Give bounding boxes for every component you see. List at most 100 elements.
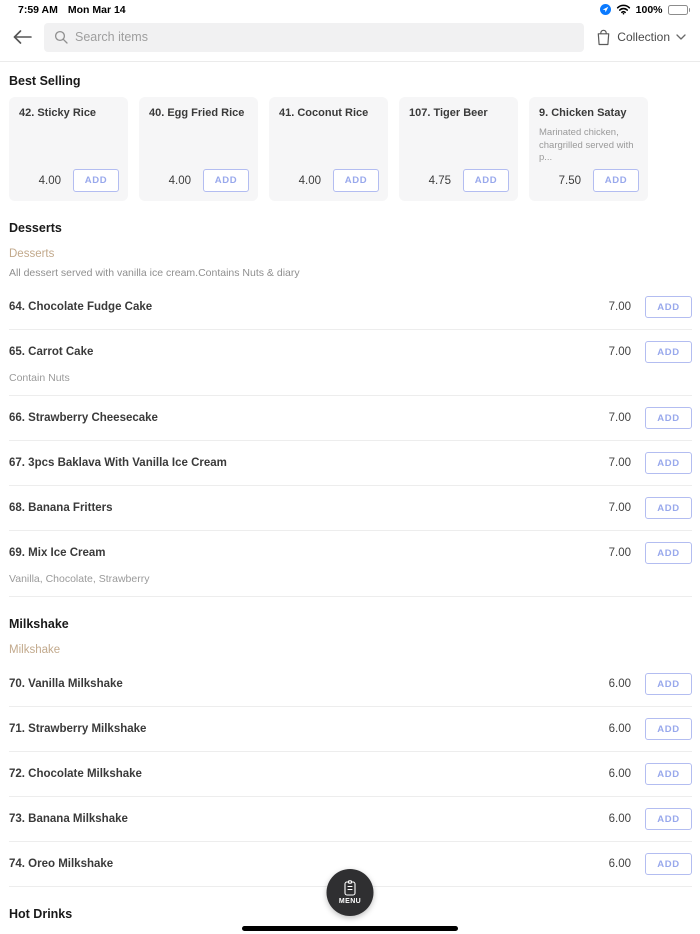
section-items: 64. Chocolate Fudge Cake 7.00 ADD 65. Ca…: [9, 285, 692, 597]
status-date: Mon Mar 14: [68, 4, 126, 16]
collection-label: Collection: [617, 30, 670, 44]
menu-section: Milkshake Milkshake 70. Vanilla Milkshak…: [9, 617, 692, 887]
item-price: 6.00: [609, 723, 631, 735]
battery-percent: 100%: [636, 4, 663, 16]
menu-section: Desserts Desserts All dessert served wit…: [9, 221, 692, 597]
menu-fab-button[interactable]: MENU: [327, 869, 374, 916]
item-name: 74. Oreo Milkshake: [9, 858, 609, 870]
chevron-down-icon: [676, 34, 686, 40]
card-price: 4.00: [169, 175, 191, 187]
best-selling-card[interactable]: 9. Chicken Satay Marinated chicken, char…: [529, 97, 648, 201]
item-name: 66. Strawberry Cheesecake: [9, 412, 609, 424]
wifi-icon: [616, 4, 631, 15]
card-price: 4.75: [429, 175, 451, 187]
location-icon: [600, 4, 611, 15]
menu-icon: [344, 880, 357, 896]
card-title: 42. Sticky Rice: [19, 107, 119, 121]
item-name: 73. Banana Milkshake: [9, 813, 609, 825]
best-selling-cards: 42. Sticky Rice 4.00 ADD 40. Egg Fried R…: [9, 97, 692, 201]
add-button[interactable]: ADD: [645, 296, 692, 318]
section-subtitle: Milkshake: [9, 644, 692, 656]
header: Collection: [0, 17, 700, 57]
add-button[interactable]: ADD: [203, 169, 249, 192]
search-icon: [54, 30, 68, 44]
item-desc: Contain Nuts: [9, 372, 692, 384]
section-description: All dessert served with vanilla ice crea…: [9, 267, 692, 279]
item-price: 7.00: [609, 301, 631, 313]
add-button[interactable]: ADD: [645, 341, 692, 363]
status-bar: 7:59 AM Mon Mar 14 100%: [0, 0, 700, 17]
add-button[interactable]: ADD: [645, 808, 692, 830]
add-button[interactable]: ADD: [593, 169, 639, 192]
item-price: 7.00: [609, 457, 631, 469]
menu-item-row[interactable]: 69. Mix Ice Cream 7.00 ADD Vanilla, Choc…: [9, 531, 692, 597]
menu-content: Best Selling 42. Sticky Rice 4.00 ADD 40…: [0, 74, 700, 934]
item-price: 6.00: [609, 768, 631, 780]
status-time: 7:59 AM: [18, 4, 58, 16]
item-price: 7.00: [609, 412, 631, 424]
battery-icon: [668, 5, 691, 15]
back-button[interactable]: [10, 25, 34, 49]
card-title: 107. Tiger Beer: [409, 107, 509, 121]
add-button[interactable]: ADD: [73, 169, 119, 192]
menu-item-row[interactable]: 64. Chocolate Fudge Cake 7.00 ADD: [9, 285, 692, 330]
item-price: 7.00: [609, 547, 631, 559]
add-button[interactable]: ADD: [645, 673, 692, 695]
menu-item-row[interactable]: 66. Strawberry Cheesecake 7.00 ADD: [9, 396, 692, 441]
home-indicator[interactable]: [242, 926, 458, 932]
add-button[interactable]: ADD: [645, 542, 692, 564]
item-price: 7.00: [609, 502, 631, 514]
item-name: 69. Mix Ice Cream: [9, 547, 609, 559]
add-button[interactable]: ADD: [645, 452, 692, 474]
item-name: 70. Vanilla Milkshake: [9, 678, 609, 690]
bag-icon: [596, 29, 611, 46]
search-bar[interactable]: [44, 23, 584, 52]
section-subtitle: Desserts: [9, 248, 692, 260]
menu-item-row[interactable]: 71. Strawberry Milkshake 6.00 ADD: [9, 707, 692, 752]
section-title: Desserts: [9, 221, 692, 235]
add-button[interactable]: ADD: [645, 718, 692, 740]
best-selling-card[interactable]: 41. Coconut Rice 4.00 ADD: [269, 97, 388, 201]
item-name: 67. 3pcs Baklava With Vanilla Ice Cream: [9, 457, 609, 469]
search-input[interactable]: [75, 30, 574, 44]
card-price: 4.00: [39, 175, 61, 187]
add-button[interactable]: ADD: [645, 407, 692, 429]
best-selling-card[interactable]: 42. Sticky Rice 4.00 ADD: [9, 97, 128, 201]
section-title: Milkshake: [9, 617, 692, 631]
best-selling-card[interactable]: 40. Egg Fried Rice 4.00 ADD: [139, 97, 258, 201]
add-button[interactable]: ADD: [333, 169, 379, 192]
item-desc: Vanilla, Chocolate, Strawberry: [9, 573, 692, 585]
best-selling-title: Best Selling: [9, 74, 692, 88]
item-name: 71. Strawberry Milkshake: [9, 723, 609, 735]
item-price: 7.00: [609, 346, 631, 358]
menu-item-row[interactable]: 67. 3pcs Baklava With Vanilla Ice Cream …: [9, 441, 692, 486]
header-divider: [0, 61, 700, 62]
add-button[interactable]: ADD: [645, 497, 692, 519]
menu-item-row[interactable]: 72. Chocolate Milkshake 6.00 ADD: [9, 752, 692, 797]
item-price: 6.00: [609, 813, 631, 825]
menu-item-row[interactable]: 70. Vanilla Milkshake 6.00 ADD: [9, 662, 692, 707]
section-items: 70. Vanilla Milkshake 6.00 ADD 71. Straw…: [9, 662, 692, 887]
add-button[interactable]: ADD: [645, 853, 692, 875]
menu-item-row[interactable]: 65. Carrot Cake 7.00 ADD Contain Nuts: [9, 330, 692, 396]
card-title: 41. Coconut Rice: [279, 107, 379, 121]
item-name: 65. Carrot Cake: [9, 346, 609, 358]
card-title: 9. Chicken Satay: [539, 107, 639, 121]
menu-item-row[interactable]: 68. Banana Fritters 7.00 ADD: [9, 486, 692, 531]
card-price: 4.00: [299, 175, 321, 187]
item-price: 6.00: [609, 858, 631, 870]
add-button[interactable]: ADD: [463, 169, 509, 192]
card-price: 7.50: [559, 175, 581, 187]
best-selling-card[interactable]: 107. Tiger Beer 4.75 ADD: [399, 97, 518, 201]
item-name: 68. Banana Fritters: [9, 502, 609, 514]
item-name: 72. Chocolate Milkshake: [9, 768, 609, 780]
card-title: 40. Egg Fried Rice: [149, 107, 249, 121]
item-name: 64. Chocolate Fudge Cake: [9, 301, 609, 313]
menu-item-row[interactable]: 73. Banana Milkshake 6.00 ADD: [9, 797, 692, 842]
sections-container: Desserts Desserts All dessert served wit…: [9, 221, 692, 934]
add-button[interactable]: ADD: [645, 763, 692, 785]
item-price: 6.00: [609, 678, 631, 690]
menu-fab-label: MENU: [339, 898, 361, 905]
card-desc: Marinated chicken, chargrilled served wi…: [539, 127, 639, 165]
collection-dropdown[interactable]: Collection: [594, 25, 688, 50]
